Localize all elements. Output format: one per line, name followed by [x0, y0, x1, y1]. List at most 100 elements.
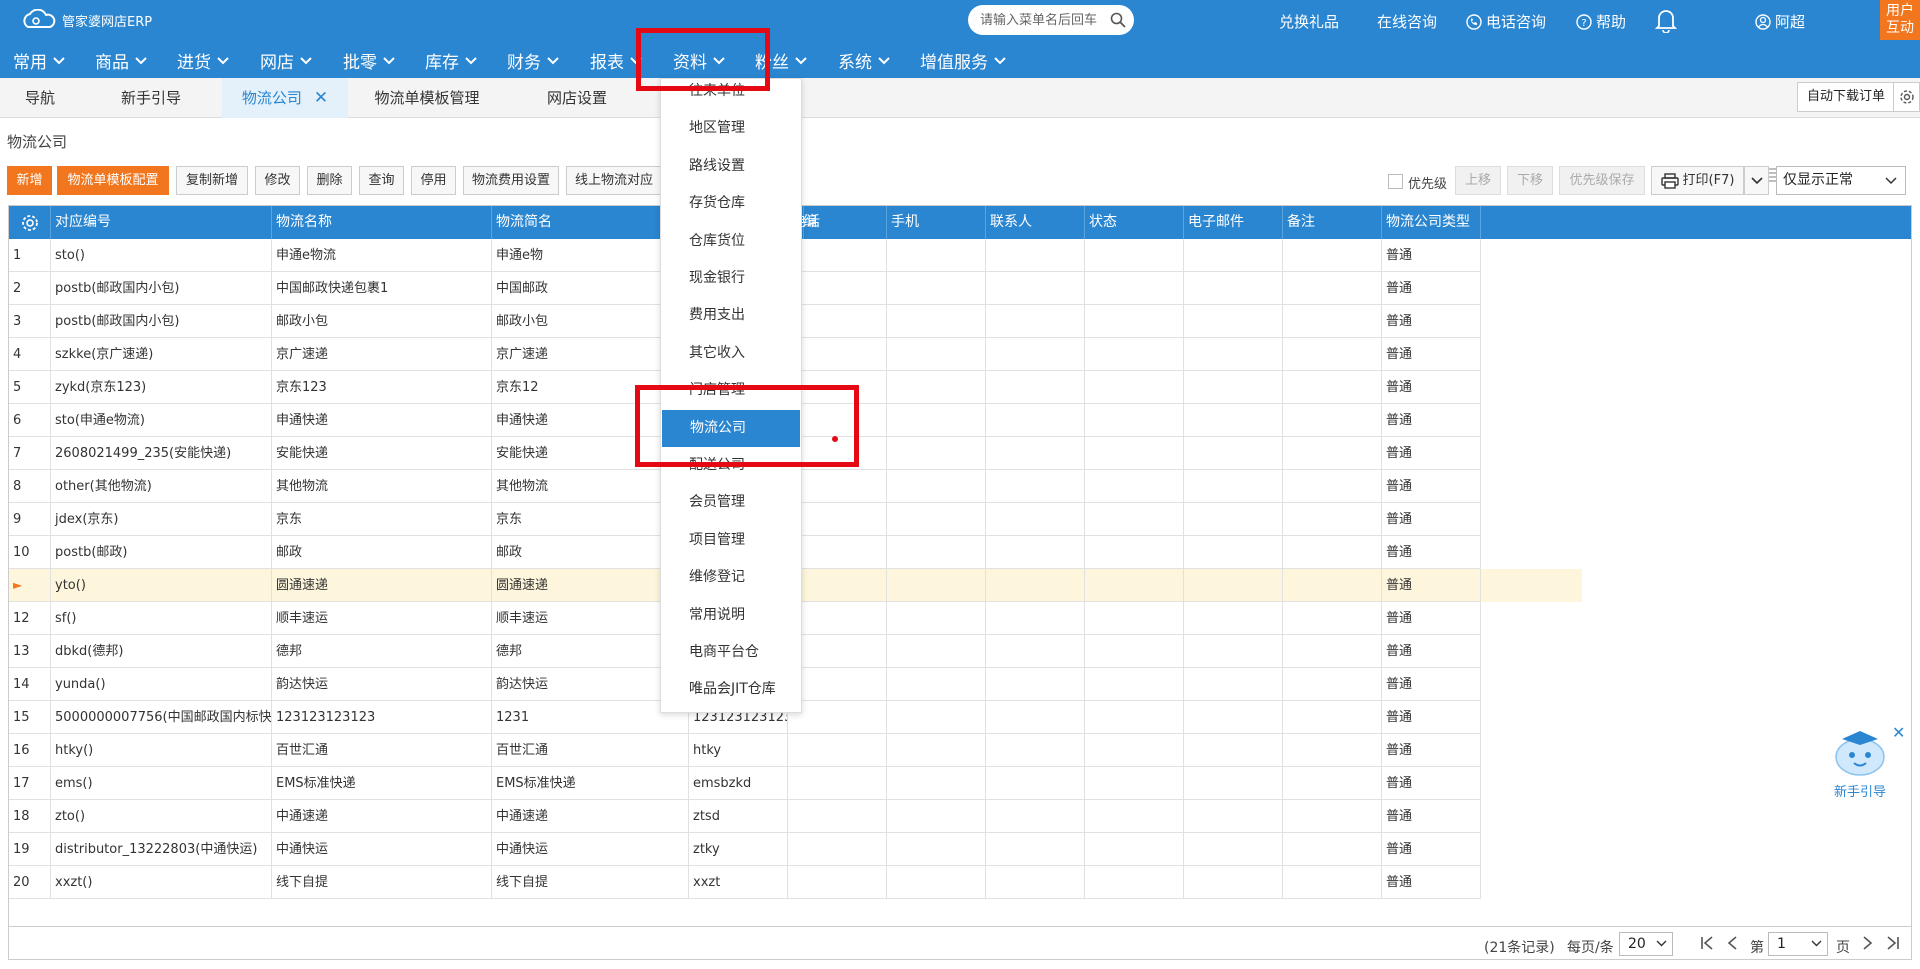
dropdown-item[interactable]: 其它收入: [661, 335, 801, 372]
phone-consult-link[interactable]: 电话咨询: [1466, 11, 1546, 32]
row-number: ►: [9, 569, 51, 602]
move-up-button[interactable]: 上移: [1455, 166, 1501, 195]
edit-button[interactable]: 修改: [255, 166, 300, 195]
dropdown-item[interactable]: 存货仓库: [661, 185, 801, 222]
col-tel[interactable]: 电话: [788, 206, 887, 239]
dropdown-item[interactable]: 地区管理: [661, 110, 801, 147]
click-marker: [832, 436, 838, 442]
table-row[interactable]: 19 distributor_13222803(中通快运) 中通快运 中通快运 ztky…: [9, 833, 1582, 866]
per-page-select[interactable]: 20: [1619, 932, 1673, 956]
menu-piling[interactable]: 批零: [343, 48, 395, 73]
cell-no: ztsd: [689, 800, 788, 833]
online-consult-link[interactable]: 在线咨询: [1377, 11, 1437, 32]
query-button[interactable]: 查询: [359, 166, 404, 195]
table-row[interactable]: 16 htky() 百世汇通 百世汇通 htky 普通: [9, 734, 1582, 767]
cell-mobile: [887, 470, 986, 503]
bell-icon[interactable]: [1654, 7, 1678, 33]
cell-code: postb(邮政国内小包): [51, 305, 272, 338]
last-page-icon[interactable]: [1886, 935, 1900, 951]
col-remark[interactable]: 备注: [1283, 206, 1382, 239]
dropdown-item[interactable]: 维修登记: [661, 559, 801, 596]
dropdown-item[interactable]: 现金银行: [661, 260, 801, 297]
cell-name: 中通速递: [272, 800, 492, 833]
settings-button[interactable]: [1893, 82, 1920, 112]
cell-contact: [986, 338, 1085, 371]
delete-button[interactable]: 删除: [307, 166, 352, 195]
menu-wangdian[interactable]: 网店: [260, 48, 312, 73]
copy-add-button[interactable]: 复制新增: [176, 166, 248, 195]
first-page-icon[interactable]: [1700, 935, 1714, 951]
column-settings[interactable]: [9, 206, 51, 239]
col-email[interactable]: 电子邮件: [1184, 206, 1283, 239]
cell-no: xxzt: [689, 866, 788, 899]
cell-remark: [1283, 305, 1382, 338]
cell-type: 普通: [1382, 338, 1481, 371]
cell-type: 普通: [1382, 833, 1481, 866]
add-button[interactable]: 新增: [7, 166, 52, 195]
status-filter-select[interactable]: 仅显示正常: [1776, 166, 1906, 195]
menu-kucun[interactable]: 库存: [425, 48, 477, 73]
table-row[interactable]: 17 ems() EMS标准快递 EMS标准快递 emsbzkd 普通: [9, 767, 1582, 800]
disable-button[interactable]: 停用: [411, 166, 456, 195]
help-link[interactable]: ? 帮助: [1576, 11, 1626, 32]
user-menu[interactable]: 阿超: [1755, 11, 1805, 32]
table-row[interactable]: 18 zto() 中通速递 中通速递 ztsd 普通: [9, 800, 1582, 833]
move-down-button[interactable]: 下移: [1507, 166, 1553, 195]
dropdown-item[interactable]: 仓库货位: [661, 223, 801, 260]
dropdown-item[interactable]: 唯品会JIT仓库: [661, 671, 801, 708]
print-button[interactable]: 打印(F7): [1651, 166, 1744, 195]
menu-jinhuo[interactable]: 进货: [177, 48, 229, 73]
close-icon[interactable]: ✕: [314, 88, 328, 108]
chevron-down-icon: [53, 56, 65, 64]
page-number-input[interactable]: 1: [1768, 932, 1828, 956]
col-contact[interactable]: 联系人: [986, 206, 1085, 239]
dropdown-item[interactable]: 路线设置: [661, 148, 801, 185]
guide-helper[interactable]: 新手引导 ✕: [1832, 723, 1905, 800]
col-code[interactable]: 对应编号: [51, 206, 272, 239]
highlight-box-menu: [636, 28, 770, 91]
tab-guide[interactable]: 新手引导: [100, 78, 202, 118]
prev-page-icon[interactable]: [1726, 935, 1738, 951]
print-dropdown-button[interactable]: [1744, 166, 1769, 195]
menu-baobiao[interactable]: 报表: [590, 48, 642, 73]
template-config-button[interactable]: 物流单模板配置: [57, 166, 169, 195]
user-interact-button[interactable]: 用户互动: [1880, 0, 1920, 40]
cell-contact: [986, 239, 1085, 272]
col-type[interactable]: 物流公司类型: [1382, 206, 1481, 239]
menu-xitong[interactable]: 系统: [838, 48, 890, 73]
tab-shop-settings[interactable]: 网店设置: [528, 78, 626, 118]
menu-zengzhi[interactable]: 增值服务: [920, 48, 1006, 73]
dropdown-item[interactable]: 电商平台仓: [661, 634, 801, 671]
dropdown-item[interactable]: 会员管理: [661, 484, 801, 521]
tab-logistics[interactable]: 物流公司 ✕: [222, 78, 348, 118]
dropdown-item[interactable]: 项目管理: [661, 522, 801, 559]
cell-status: [1085, 866, 1184, 899]
menu-search-input[interactable]: [980, 12, 1104, 28]
menu-search-box[interactable]: [968, 5, 1134, 35]
cell-no: emsbzkd: [689, 767, 788, 800]
dropdown-item[interactable]: 常用说明: [661, 597, 801, 634]
col-status[interactable]: 状态: [1085, 206, 1184, 239]
col-mobile[interactable]: 手机: [887, 206, 986, 239]
chevron-down-icon: [217, 56, 229, 64]
gift-link[interactable]: 兑换礼品: [1279, 11, 1339, 32]
online-logistics-button[interactable]: 线上物流对应: [566, 166, 662, 195]
tab-nav[interactable]: 导航: [0, 78, 80, 118]
dropdown-item[interactable]: 费用支出: [661, 297, 801, 334]
cell-code: postb(邮政国内小包): [51, 272, 272, 305]
next-page-icon[interactable]: [1862, 935, 1874, 951]
save-priority-button[interactable]: 优先级保存: [1559, 166, 1645, 195]
cell-code: postb(邮政): [51, 536, 272, 569]
printer-icon: [1660, 172, 1679, 189]
menu-shangpin[interactable]: 商品: [95, 48, 147, 73]
tab-template[interactable]: 物流单模板管理: [360, 78, 494, 118]
close-icon[interactable]: ✕: [1892, 723, 1905, 742]
fee-setting-button[interactable]: 物流费用设置: [463, 166, 559, 195]
table-row[interactable]: 20 xxzt() 线下自提 线下自提 xxzt 普通: [9, 866, 1582, 899]
search-icon[interactable]: [1110, 12, 1126, 28]
menu-changyong[interactable]: 常用: [13, 48, 65, 73]
auto-download-button[interactable]: 自动下载订单: [1797, 82, 1895, 112]
priority-checkbox[interactable]: [1388, 174, 1403, 189]
col-name[interactable]: 物流名称: [272, 206, 492, 239]
menu-caiwu[interactable]: 财务: [507, 48, 559, 73]
